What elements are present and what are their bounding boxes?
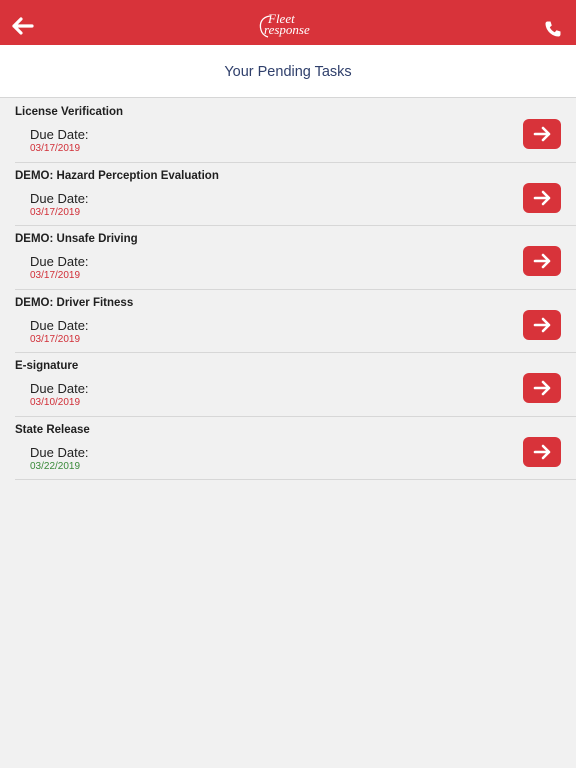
due-date-label: Due Date: — [30, 381, 89, 396]
due-date-label: Due Date: — [30, 254, 89, 269]
due-date-label: Due Date: — [30, 444, 89, 460]
due-date-label: Due Date: — [30, 317, 89, 333]
task-row[interactable]: DEMO: Hazard Perception Evaluation Due Da… — [15, 163, 576, 226]
arrow-right-icon — [533, 317, 551, 332]
arrow-right-icon — [533, 444, 551, 459]
due-date-value: 03/10/2019 — [30, 397, 81, 408]
task-name: DEMO: Hazard Perception Evaluation — [15, 169, 219, 182]
due-date-value: 03/17/2019 — [30, 143, 81, 154]
open-task-button[interactable] — [523, 309, 561, 340]
task-row[interactable]: DEMO: Unsafe Driving Due Date: 03/17/2019 — [15, 226, 576, 290]
open-task-button[interactable] — [523, 119, 561, 149]
open-task-button[interactable] — [523, 373, 561, 403]
task-name: State Release — [15, 423, 90, 436]
open-task-button[interactable] — [523, 246, 561, 276]
top-nav-bar: Fleet response — [0, 0, 576, 45]
due-date-value: 03/22/2019 — [30, 460, 81, 472]
open-task-button[interactable] — [523, 182, 561, 213]
arrow-right-icon — [533, 190, 551, 205]
task-name: License Verification — [15, 106, 124, 118]
task-row[interactable]: State Release Due Date: 03/22/2019 — [15, 417, 576, 480]
task-row[interactable]: E-signature Due Date: 03/10/2019 — [15, 353, 576, 417]
logo-text-response: response — [264, 22, 310, 37]
task-list: License Verification Due Date: 03/17/2019 D… — [15, 99, 576, 480]
due-date-value: 03/17/2019 — [30, 333, 81, 345]
task-name: DEMO: Unsafe Driving — [15, 233, 138, 245]
fleet-response-logo: Fleet response — [258, 12, 320, 40]
task-name: DEMO: Driver Fitness — [15, 296, 134, 309]
task-row[interactable]: License Verification Due Date: 03/17/2019 — [15, 99, 576, 163]
task-name: E-signature — [15, 360, 79, 372]
page-title-bar: Your Pending Tasks — [0, 45, 576, 98]
task-row[interactable]: DEMO: Driver Fitness Due Date: 03/17/2019 — [15, 290, 576, 353]
open-task-button[interactable] — [523, 436, 561, 467]
due-date-value: 03/17/2019 — [30, 206, 81, 218]
arrow-right-icon — [533, 126, 551, 142]
back-button[interactable] — [12, 17, 34, 35]
phone-icon — [545, 21, 561, 37]
due-date-label: Due Date: — [30, 127, 89, 142]
call-button[interactable] — [544, 20, 562, 38]
due-date-value: 03/17/2019 — [30, 270, 81, 281]
arrow-right-icon — [533, 253, 551, 269]
arrow-left-icon — [12, 17, 34, 35]
due-date-label: Due Date: — [30, 190, 89, 206]
arrow-right-icon — [533, 380, 551, 396]
page-title: Your Pending Tasks — [224, 64, 352, 80]
